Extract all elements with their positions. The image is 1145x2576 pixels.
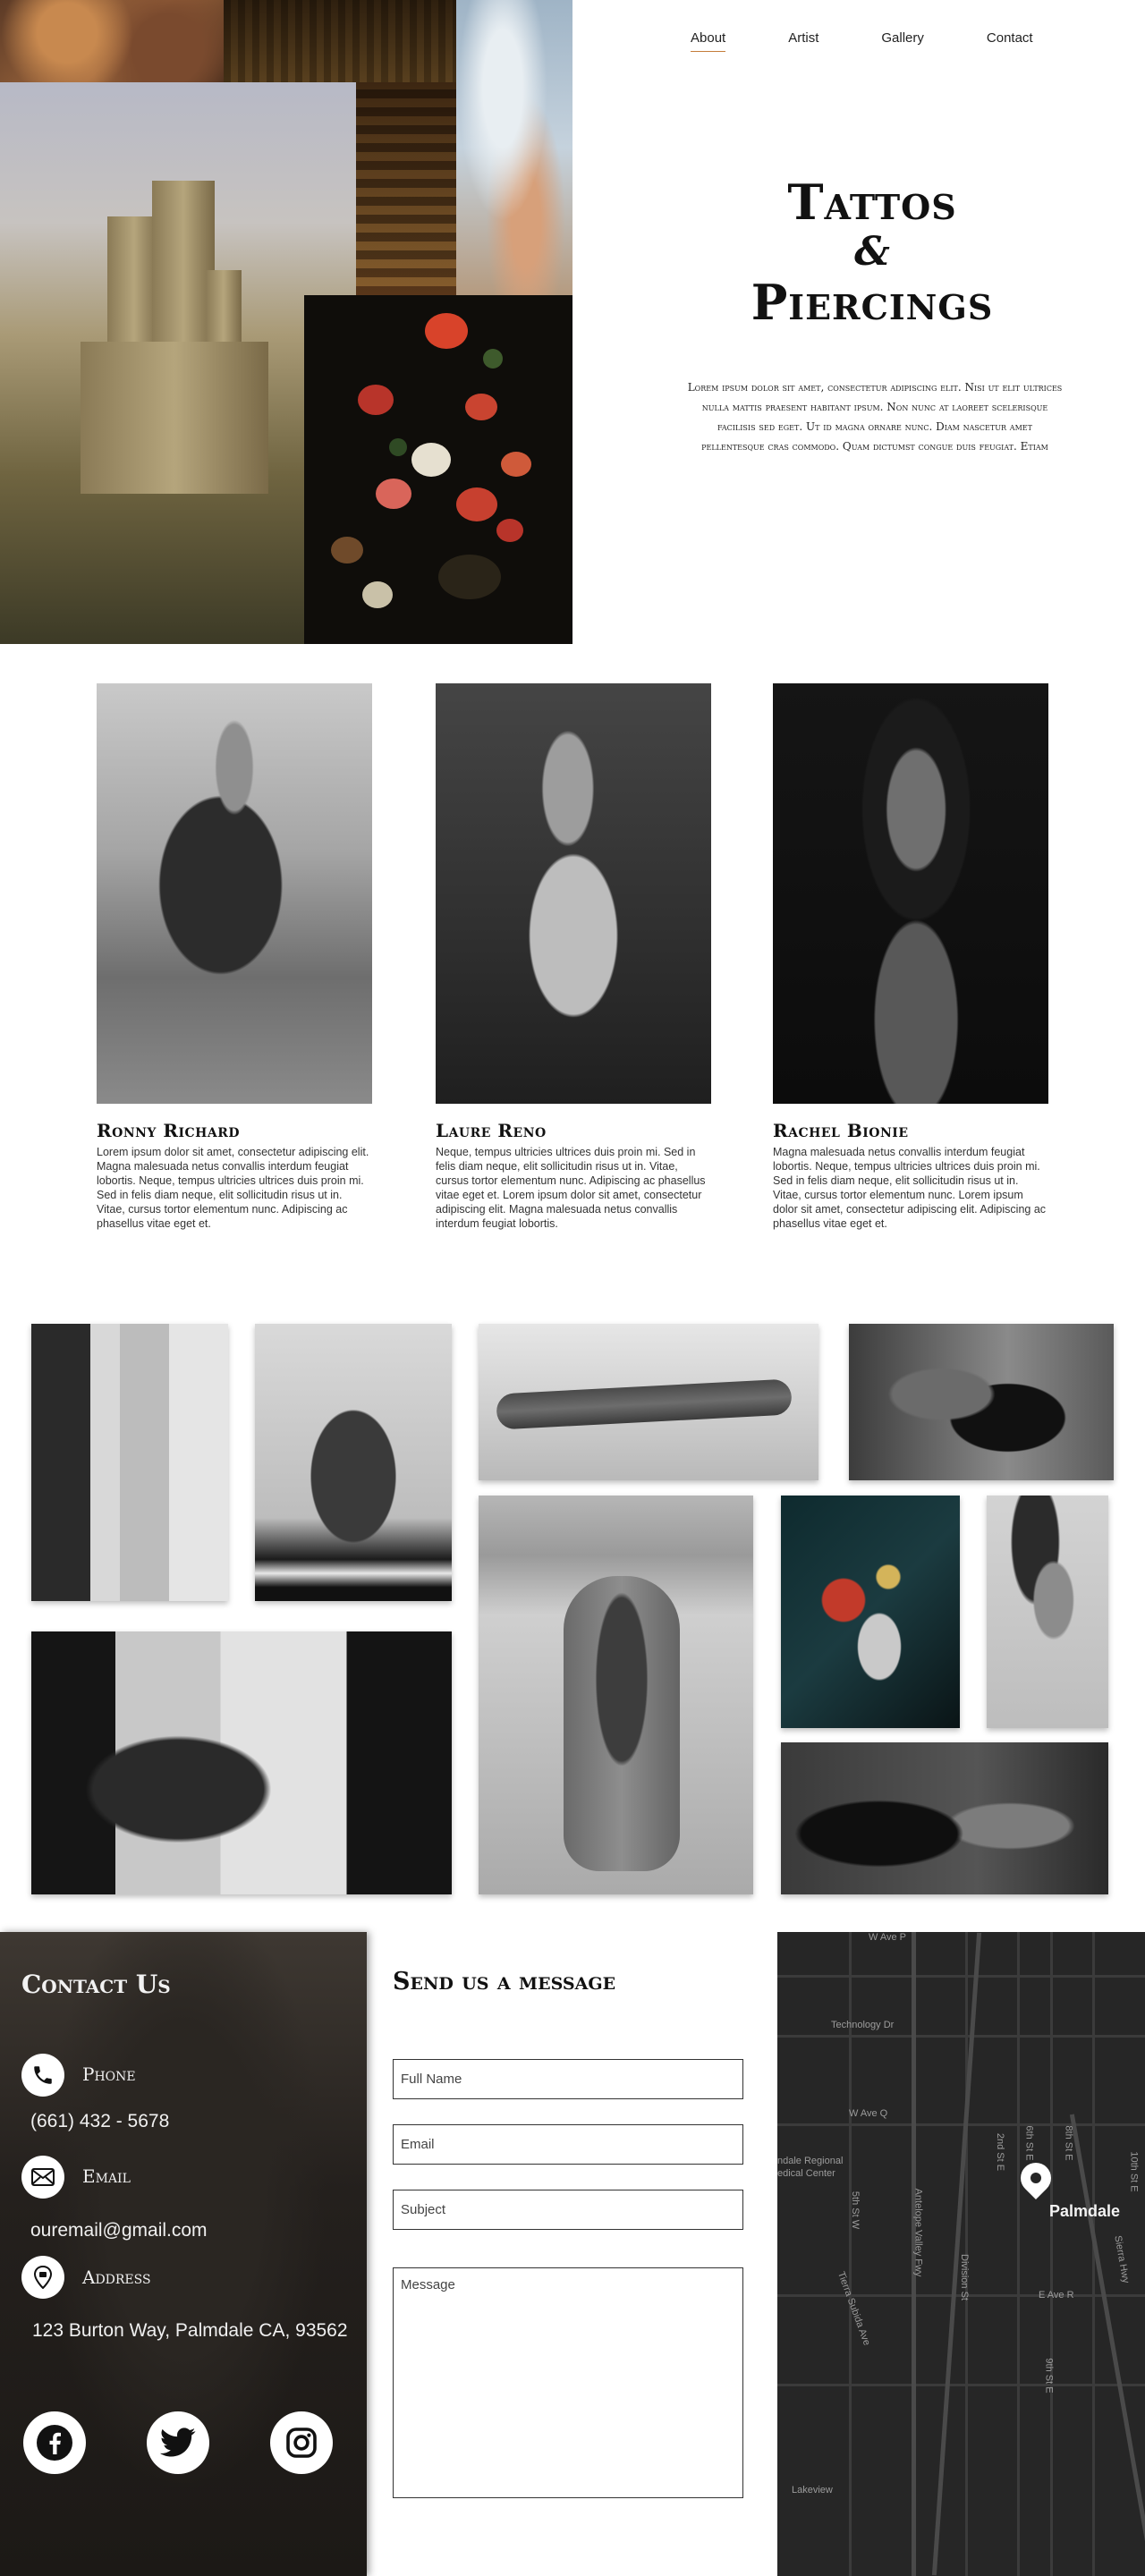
instagram-icon[interactable] bbox=[270, 2411, 333, 2474]
hero-title-line2: Piercings bbox=[751, 274, 994, 331]
email-value[interactable]: ouremail@gmail.com bbox=[30, 2220, 208, 2241]
artist-name: Ronny Richard bbox=[97, 1120, 241, 1141]
map-label: 8th St E bbox=[1063, 2125, 1074, 2161]
phone-label: Phone bbox=[82, 2063, 136, 2085]
artist-photo bbox=[97, 683, 372, 1104]
map-label: 6th St E bbox=[1023, 2125, 1035, 2161]
hero-section: About Artist Gallery Contact Tattos & Pi… bbox=[0, 0, 1145, 644]
map-label: 5th St W bbox=[850, 2190, 861, 2230]
location-pin-icon bbox=[21, 2256, 64, 2299]
email-input[interactable] bbox=[393, 2124, 743, 2165]
map-label: 9th St E bbox=[1043, 2358, 1055, 2394]
map-label: 10th St E bbox=[1128, 2151, 1140, 2192]
sky-fresco-painting bbox=[456, 0, 572, 295]
hero-art-collage bbox=[0, 0, 572, 644]
map-label: Division St bbox=[958, 2254, 970, 2301]
gallery-image-arm-sleeve[interactable] bbox=[479, 1324, 818, 1480]
hero-title-line1: Tattos bbox=[787, 174, 957, 231]
artist-card: Laure Reno Neque, tempus ultricies ultri… bbox=[436, 683, 711, 1231]
email-icon bbox=[21, 2156, 64, 2199]
hero-description: Lorem ipsum dolor sit amet, consectetur … bbox=[687, 381, 1063, 453]
artist-bio: Lorem ipsum dolor sit amet, consectetur … bbox=[97, 1146, 369, 1230]
gallery-image-lion-forearm[interactable] bbox=[479, 1496, 753, 1894]
artist-bio: Neque, tempus ultricies ultrices duis pr… bbox=[436, 1146, 706, 1230]
twitter-icon[interactable] bbox=[147, 2411, 209, 2474]
map-label: ndale Regional bbox=[777, 2156, 844, 2166]
artist-photo bbox=[436, 683, 711, 1104]
map-city-label: Palmdale bbox=[1049, 2202, 1121, 2220]
full-name-input[interactable] bbox=[393, 2059, 743, 2099]
hero-title: Tattos & Piercings bbox=[680, 175, 1064, 329]
map-label: E Ave R bbox=[1039, 2290, 1074, 2301]
gallery-image-neck-tattoo[interactable] bbox=[255, 1324, 452, 1601]
gallery-image-artist-working[interactable] bbox=[31, 1631, 452, 1894]
ornate-column-painting bbox=[356, 82, 456, 295]
nav-artist[interactable]: Artist bbox=[788, 30, 818, 52]
address-value: 123 Burton Way, Palmdale CA, 93562 bbox=[32, 2320, 348, 2341]
contact-info-panel: Contact Us Phone (661) 432 - 5678 Email … bbox=[0, 1932, 367, 2576]
baroque-painting-detail bbox=[0, 0, 224, 82]
location-map[interactable]: W Ave P Technology Dr W Ave Q ndale Regi… bbox=[777, 1932, 1145, 2576]
map-label: Sierra Hwy bbox=[1112, 2234, 1132, 2284]
ornate-ceiling-painting bbox=[224, 0, 456, 82]
map-label: edical Center bbox=[777, 2168, 835, 2179]
map-label: W Ave P bbox=[869, 1932, 906, 1943]
gallery-image-tattoo-studio[interactable] bbox=[31, 1324, 228, 1601]
hero-title-ampersand: & bbox=[854, 229, 890, 275]
map-label: Antelope Valley Fwy bbox=[912, 2188, 924, 2277]
phone-value[interactable]: (661) 432 - 5678 bbox=[30, 2111, 169, 2132]
message-form-title: Send us a message bbox=[393, 1968, 616, 1996]
nav-gallery[interactable]: Gallery bbox=[881, 30, 924, 52]
facebook-icon[interactable] bbox=[23, 2411, 86, 2474]
map-label: 2nd St E bbox=[995, 2132, 1006, 2172]
castle-painting bbox=[0, 82, 356, 644]
artist-name: Laure Reno bbox=[436, 1120, 547, 1141]
artist-name: Rachel Bionie bbox=[773, 1120, 909, 1141]
message-textarea[interactable] bbox=[393, 2267, 743, 2498]
artist-card: Rachel Bionie Magna malesuada netus conv… bbox=[773, 683, 1048, 1231]
gallery-image-tattooing-hands[interactable] bbox=[849, 1324, 1114, 1480]
phone-icon bbox=[21, 2054, 64, 2097]
gallery-image-tattoo-machine[interactable] bbox=[781, 1496, 960, 1728]
contact-title: Contact Us bbox=[21, 1970, 171, 1999]
map-label: Technology Dr bbox=[831, 2020, 895, 2030]
artist-bio: Magna malesuada netus convallis interdum… bbox=[773, 1146, 1047, 1230]
map-label: Lakeview bbox=[792, 2485, 833, 2496]
map-label: Tierra Subida Ave bbox=[835, 2270, 872, 2347]
artist-card: Ronny Richard Lorem ipsum dolor sit amet… bbox=[97, 683, 372, 1231]
gallery-image-gloved-tattooing[interactable] bbox=[781, 1742, 1108, 1894]
flower-still-life-painting bbox=[304, 295, 572, 644]
subject-input[interactable] bbox=[393, 2190, 743, 2230]
nav-about[interactable]: About bbox=[691, 30, 726, 52]
artist-photo bbox=[773, 683, 1048, 1104]
address-label: Address bbox=[82, 2267, 151, 2288]
gallery-image-shoulder-tattoo[interactable] bbox=[987, 1496, 1108, 1728]
nav-contact[interactable]: Contact bbox=[987, 30, 1033, 52]
top-nav: About Artist Gallery Contact bbox=[691, 30, 1033, 52]
map-label: W Ave Q bbox=[849, 2108, 888, 2119]
email-label: Email bbox=[82, 2165, 131, 2187]
